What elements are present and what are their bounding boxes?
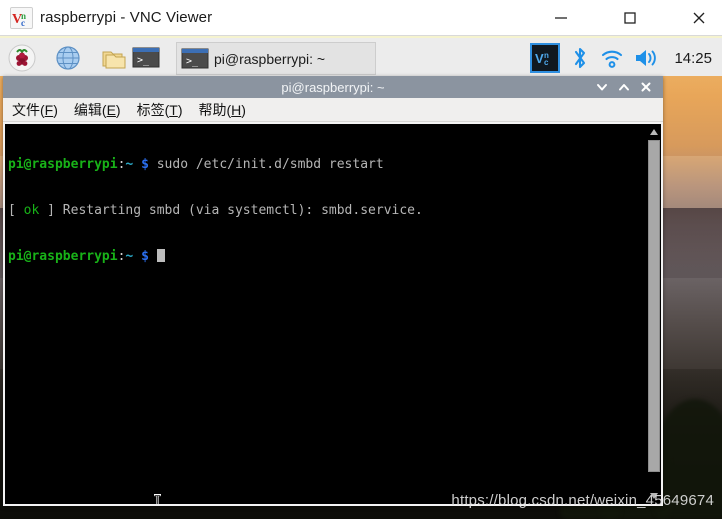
terminal-icon: >_: [180, 47, 210, 71]
status-ok: ok: [23, 203, 40, 219]
terminal-output-area[interactable]: pi@raspberrypi:~ $ sudo /etc/init.d/smbd…: [3, 122, 663, 506]
bluetooth-icon[interactable]: [570, 46, 590, 70]
terminal-minimize-button[interactable]: [591, 76, 613, 98]
prompt-user-host: pi@raspberrypi: [8, 249, 118, 265]
prompt-user-host: pi@raspberrypi: [8, 156, 118, 172]
svg-text:V: V: [535, 51, 544, 66]
menu-tabs-label: 标签: [136, 101, 165, 118]
status-bracket-close: ]: [39, 203, 63, 219]
csdn-watermark: https://blog.csdn.net/weixin_45649674: [451, 492, 714, 509]
web-browser-icon[interactable]: [52, 42, 84, 74]
vnc-logo-icon: V n c: [10, 7, 33, 29]
scroll-up-arrow-icon[interactable]: [648, 126, 660, 138]
svg-text:c: c: [544, 58, 549, 67]
terminal-text: pi@raspberrypi:~ $ sudo /etc/init.d/smbd…: [8, 126, 643, 295]
menu-tabs-accel: T: [169, 101, 178, 118]
vnc-server-tray-icon[interactable]: V n c: [530, 43, 561, 73]
vnc-maximize-button[interactable]: [607, 0, 653, 35]
menu-tabs[interactable]: 标签(T): [130, 100, 190, 120]
scrollbar-thumb[interactable]: [648, 140, 660, 472]
terminal-window: pi@raspberrypi: ~ 文件(F) 编辑(E) 标签(T) 帮助(H…: [3, 76, 663, 506]
menu-help-label: 帮助: [198, 101, 227, 118]
remote-desktop[interactable]: >_ >_ pi@raspberrypi: ~ V n c 14:25 pi@r…: [0, 36, 722, 519]
terminal-line-1: pi@raspberrypi:~ $ sudo /etc/init.d/smbd…: [8, 157, 643, 172]
terminal-window-controls: [591, 76, 657, 98]
menu-file-accel: F: [44, 101, 54, 118]
lxde-taskbar: >_ >_ pi@raspberrypi: ~ V n c 14:25: [0, 36, 722, 76]
vnc-viewer-window: V n c raspberrypi - VNC Viewer >_ >_ pi@…: [0, 0, 722, 519]
terminal-titlebar[interactable]: pi@raspberrypi: ~: [3, 76, 663, 98]
terminal-close-button[interactable]: [635, 76, 657, 98]
taskbar-clock[interactable]: 14:25: [674, 50, 712, 67]
svg-text:>_: >_: [137, 55, 150, 66]
menu-help-accel: H: [231, 101, 242, 118]
prompt-sigil: $: [141, 156, 149, 172]
svg-text:c: c: [21, 18, 25, 28]
terminal-line-2: [ ok ] Restarting smbd (via systemctl): …: [8, 203, 643, 218]
menu-edit[interactable]: 编辑(E): [67, 100, 128, 120]
volume-icon[interactable]: [634, 47, 660, 69]
terminal-scrollbar[interactable]: [646, 124, 661, 504]
text-cursor-pointer: [153, 493, 162, 504]
vnc-titlebar: V n c raspberrypi - VNC Viewer: [0, 0, 722, 36]
vnc-window-title: raspberrypi - VNC Viewer: [40, 9, 213, 26]
raspberry-menu-icon[interactable]: [6, 42, 38, 74]
vnc-minimize-button[interactable]: [538, 0, 584, 35]
wifi-icon[interactable]: [600, 47, 624, 69]
terminal-command-1: sudo /etc/init.d/smbd restart: [148, 156, 384, 172]
terminal-cursor: [156, 249, 165, 263]
vnc-close-button[interactable]: [676, 0, 722, 35]
terminal-status-text: Restarting smbd (via systemctl): smbd.se…: [62, 203, 423, 219]
terminal-menubar: 文件(F) 编辑(E) 标签(T) 帮助(H): [3, 98, 663, 122]
menu-help[interactable]: 帮助(H): [192, 100, 253, 120]
menu-edit-label: 编辑: [73, 101, 102, 118]
terminal-line-3: pi@raspberrypi:~ $: [8, 249, 643, 264]
prompt-sigil: $: [141, 249, 149, 265]
taskbar-window-button[interactable]: >_ pi@raspberrypi: ~: [176, 42, 376, 75]
taskbar-window-label: pi@raspberrypi: ~: [214, 50, 326, 67]
file-manager-icon[interactable]: [98, 42, 130, 74]
status-bracket-open: [: [8, 203, 24, 219]
system-tray: V n c 14:25: [520, 38, 716, 78]
svg-text:>_: >_: [186, 56, 199, 67]
menu-edit-accel: E: [106, 101, 116, 118]
terminal-maximize-button[interactable]: [613, 76, 635, 98]
menu-file-label: 文件: [12, 101, 40, 118]
menu-file[interactable]: 文件(F): [5, 100, 65, 120]
terminal-window-title: pi@raspberrypi: ~: [281, 79, 385, 95]
terminal-icon[interactable]: >_: [130, 42, 162, 74]
